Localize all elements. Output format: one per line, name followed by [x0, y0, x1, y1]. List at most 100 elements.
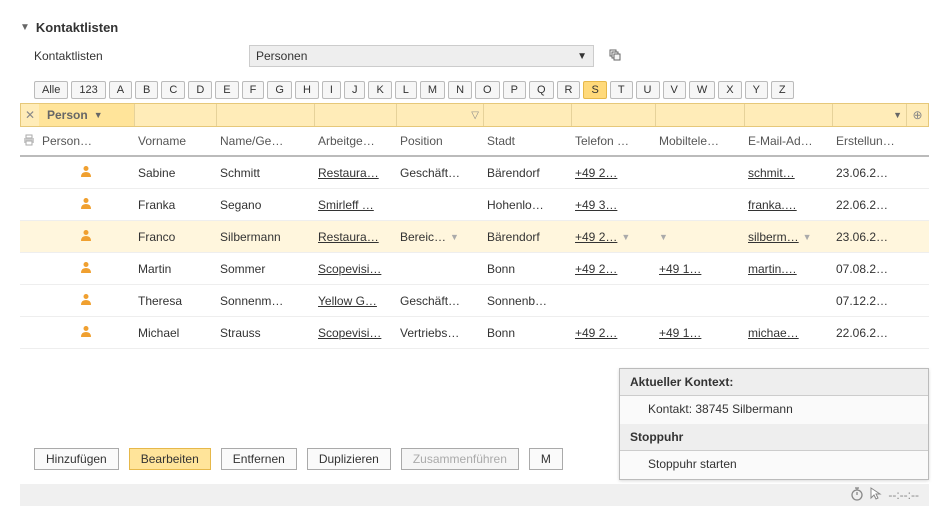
cell-email[interactable]: franka.… [744, 198, 832, 212]
m-button[interactable]: M [529, 448, 563, 470]
duplicate-button[interactable]: Duplizieren [307, 448, 391, 470]
alpha-M[interactable]: M [420, 81, 445, 99]
cell-telefon[interactable]: +49 2… [571, 262, 655, 276]
th-position[interactable]: Position [396, 134, 483, 148]
cell-arbeitgeber[interactable]: Scopevisi… [314, 262, 396, 276]
cell-name: Schmitt [216, 166, 314, 180]
alpha-X[interactable]: X [718, 81, 741, 99]
th-type[interactable]: Person… [38, 134, 134, 148]
cell-telefon[interactable]: +49 2… ▼ [571, 230, 655, 244]
th-telefon[interactable]: Telefon … [571, 134, 655, 148]
cell-arbeitgeber[interactable]: Restaura… [314, 166, 396, 180]
filter-type-dropdown[interactable]: Person ▼ [39, 104, 135, 126]
cell-arbeitgeber[interactable]: Smirleff … [314, 198, 396, 212]
clear-filter-icon[interactable]: ✕ [21, 108, 39, 122]
table-row[interactable]: FrankaSeganoSmirleff …Hohenlo…+49 3…fran… [20, 189, 929, 221]
cell-telefon[interactable]: +49 2… [571, 326, 655, 340]
cell-vorname: Sabine [134, 166, 216, 180]
configure-columns-icon[interactable] [608, 48, 624, 65]
filter-arbeitgeber[interactable] [315, 104, 397, 126]
alpha-O[interactable]: O [475, 81, 500, 99]
filter-telefon[interactable] [572, 104, 656, 126]
cell-mobil[interactable]: ▼ [655, 232, 744, 242]
cell-email[interactable]: schmit… [744, 166, 832, 180]
th-name[interactable]: Name/Ge… [216, 134, 314, 148]
alpha-S[interactable]: S [583, 81, 606, 99]
edit-button[interactable]: Bearbeiten [129, 448, 211, 470]
chevron-down-icon: ▼ [450, 232, 459, 242]
alpha-L[interactable]: L [395, 81, 417, 99]
alpha-P[interactable]: P [503, 81, 526, 99]
filter-position[interactable]: ▽ [397, 104, 484, 126]
funnel-icon: ▽ [471, 110, 479, 121]
filter-name[interactable] [217, 104, 315, 126]
add-button[interactable]: Hinzufügen [34, 448, 119, 470]
alpha-all[interactable]: Alle [34, 81, 68, 99]
cell-email[interactable]: michae… [744, 326, 832, 340]
alpha-F[interactable]: F [242, 81, 265, 99]
cell-arbeitgeber[interactable]: Yellow G… [314, 294, 396, 308]
filter-vorname[interactable] [135, 104, 217, 126]
alpha-G[interactable]: G [267, 81, 292, 99]
cell-telefon[interactable]: +49 3… [571, 198, 655, 212]
alpha-K[interactable]: K [368, 81, 391, 99]
section-header: ▼ Kontaktlisten [20, 20, 929, 35]
cell-vorname: Martin [134, 262, 216, 276]
th-vorname[interactable]: Vorname [134, 134, 216, 148]
alpha-C[interactable]: C [161, 81, 185, 99]
alpha-T[interactable]: T [610, 81, 633, 99]
cell-mobil[interactable]: +49 1… [655, 326, 744, 340]
list-type-dropdown[interactable]: Personen ▼ [249, 45, 594, 67]
th-stadt[interactable]: Stadt [483, 134, 571, 148]
alpha-123[interactable]: 123 [71, 81, 105, 99]
table-row[interactable]: TheresaSonnenm…Yellow G…Geschäft…Sonnenb… [20, 285, 929, 317]
filter-erstellung[interactable]: ▼ [833, 104, 906, 126]
alpha-W[interactable]: W [689, 81, 715, 99]
alpha-E[interactable]: E [215, 81, 238, 99]
alpha-D[interactable]: D [188, 81, 212, 99]
alpha-A[interactable]: A [109, 81, 132, 99]
th-arbeitgeber[interactable]: Arbeitge… [314, 134, 396, 148]
cell-email[interactable]: martin.… [744, 262, 832, 276]
cell-position: Geschäft… [396, 294, 483, 308]
cell-telefon[interactable]: +49 2… [571, 166, 655, 180]
filter-mobil[interactable] [656, 104, 745, 126]
filter-email[interactable] [745, 104, 833, 126]
cell-vorname: Michael [134, 326, 216, 340]
cell-name: Sonnenm… [216, 294, 314, 308]
print-icon[interactable] [20, 134, 38, 149]
table-row[interactable]: MichaelStraussScopevisi…Vertriebs…Bonn+4… [20, 317, 929, 349]
alpha-N[interactable]: N [448, 81, 472, 99]
alpha-H[interactable]: H [295, 81, 319, 99]
alpha-Y[interactable]: Y [745, 81, 768, 99]
table-row[interactable]: SabineSchmittRestaura…Geschäft…Bärendorf… [20, 157, 929, 189]
cell-erstellung: 07.12.2… [832, 294, 910, 308]
alpha-I[interactable]: I [322, 81, 341, 99]
alpha-Z[interactable]: Z [771, 81, 794, 99]
th-mobil[interactable]: Mobiltele… [655, 134, 744, 148]
stopwatch-icon[interactable] [850, 487, 864, 504]
collapse-icon[interactable]: ▼ [20, 22, 30, 33]
table-row[interactable]: MartinSommerScopevisi…Bonn+49 2…+49 1…ma… [20, 253, 929, 285]
filter-stadt[interactable] [484, 104, 572, 126]
th-email[interactable]: E-Mail-Ad… [744, 134, 832, 148]
add-column-icon[interactable]: ⊕ [906, 104, 928, 126]
table-row[interactable]: FrancoSilbermannRestaura…Bereic… ▼Bärend… [20, 221, 929, 253]
cell-email[interactable]: silberm… ▼ [744, 230, 832, 244]
remove-button[interactable]: Entfernen [221, 448, 297, 470]
alpha-Q[interactable]: Q [529, 81, 554, 99]
alpha-J[interactable]: J [344, 81, 366, 99]
stopwatch-start[interactable]: Stoppuhr starten [620, 451, 928, 479]
cell-arbeitgeber[interactable]: Restaura… [314, 230, 396, 244]
cell-vorname: Franka [134, 198, 216, 212]
th-erstellung[interactable]: Erstellun… [832, 134, 910, 148]
cell-vorname: Theresa [134, 294, 216, 308]
alpha-U[interactable]: U [636, 81, 660, 99]
alpha-B[interactable]: B [135, 81, 158, 99]
person-icon [79, 228, 93, 245]
alpha-R[interactable]: R [557, 81, 581, 99]
cell-arbeitgeber[interactable]: Scopevisi… [314, 326, 396, 340]
cell-name: Silbermann [216, 230, 314, 244]
cell-mobil[interactable]: +49 1… [655, 262, 744, 276]
alpha-V[interactable]: V [663, 81, 686, 99]
